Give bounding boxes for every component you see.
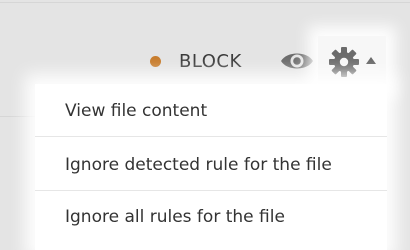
- settings-dropdown-menu: View file content Ignore detected rule f…: [35, 84, 387, 250]
- menu-item-ignore-detected-rule[interactable]: Ignore detected rule for the file: [35, 140, 387, 190]
- status-dot: [150, 55, 161, 67]
- menu-divider: [35, 136, 387, 137]
- status-indicator: BLOCK: [150, 50, 242, 72]
- status-label: BLOCK: [179, 50, 242, 72]
- menu-item-ignore-all-rules[interactable]: Ignore all rules for the file: [35, 192, 387, 242]
- menu-item-label: Ignore detected rule for the file: [65, 155, 332, 175]
- menu-divider: [35, 190, 387, 191]
- gear-icon: [329, 47, 359, 77]
- menu-item-view-file-content[interactable]: View file content: [35, 86, 387, 136]
- eye-icon[interactable]: [280, 49, 314, 73]
- settings-menu-button[interactable]: [318, 36, 386, 88]
- caret-up-icon: [366, 56, 376, 64]
- row-divider: [0, 2, 410, 3]
- row-divider: [0, 116, 35, 117]
- screen: BLOCK View file content Ignore detected …: [0, 0, 410, 250]
- menu-item-label: View file content: [65, 101, 208, 121]
- menu-item-label: Ignore all rules for the file: [65, 207, 285, 227]
